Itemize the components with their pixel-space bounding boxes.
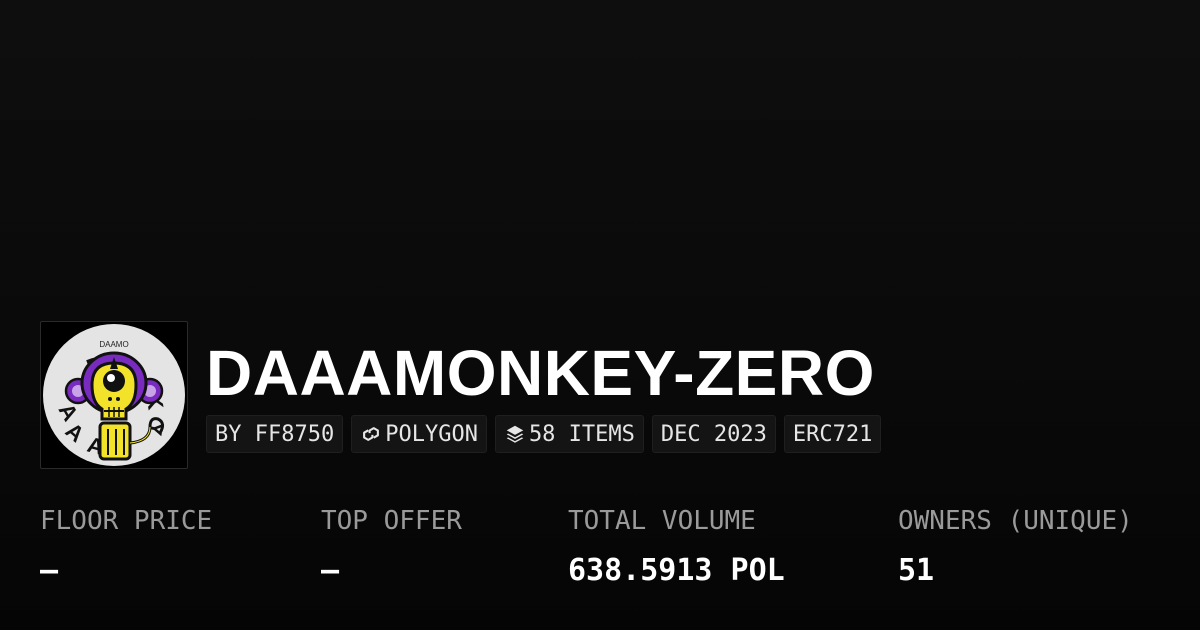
floor-price-value: — xyxy=(40,553,59,588)
avatar-small-text: DAAMO xyxy=(99,340,128,349)
token-standard-tag: ERC721 xyxy=(783,415,882,453)
total-volume-label: TOTAL VOLUME xyxy=(568,506,756,536)
created-date-tag: DEC 2023 xyxy=(651,415,776,453)
collection-avatar: D A A A K Y DAAMO xyxy=(40,321,188,469)
floor-price-label: FLOOR PRICE xyxy=(40,506,213,536)
collection-tags: BY FF8750 POLYGON 58 ITEMS DEC 2023 ERC7… xyxy=(206,415,882,453)
total-volume-stat: TOTAL VOLUME 638.5913 POL xyxy=(568,505,785,589)
items-tag[interactable]: 58 ITEMS xyxy=(494,415,644,453)
polygon-chain-icon xyxy=(363,427,380,441)
collection-title: DAAAMONKEY-ZERO xyxy=(206,337,875,409)
items-tag-label: 58 ITEMS xyxy=(528,421,635,447)
owners-value: 51 xyxy=(898,553,935,588)
creator-tag-label: BY FF8750 xyxy=(215,421,335,447)
floor-price-stat: FLOOR PRICE — xyxy=(40,505,212,589)
creator-tag[interactable]: BY FF8750 xyxy=(206,415,344,453)
top-offer-label: TOP OFFER xyxy=(321,506,462,536)
chain-tag[interactable]: POLYGON xyxy=(351,415,487,453)
total-volume-value: 638.5913 POL xyxy=(568,553,785,588)
monkey-logo-image: D A A A K Y DAAMO xyxy=(43,324,185,466)
layers-icon xyxy=(506,425,524,443)
top-offer-stat: TOP OFFER — xyxy=(321,505,462,589)
token-standard-label: ERC721 xyxy=(792,421,873,447)
created-date-label: DEC 2023 xyxy=(660,421,767,447)
top-offer-value: — xyxy=(321,553,340,588)
owners-stat: OWNERS (UNIQUE) 51 xyxy=(898,505,1133,589)
owners-label: OWNERS (UNIQUE) xyxy=(898,506,1133,536)
chain-tag-label: POLYGON xyxy=(385,421,478,447)
